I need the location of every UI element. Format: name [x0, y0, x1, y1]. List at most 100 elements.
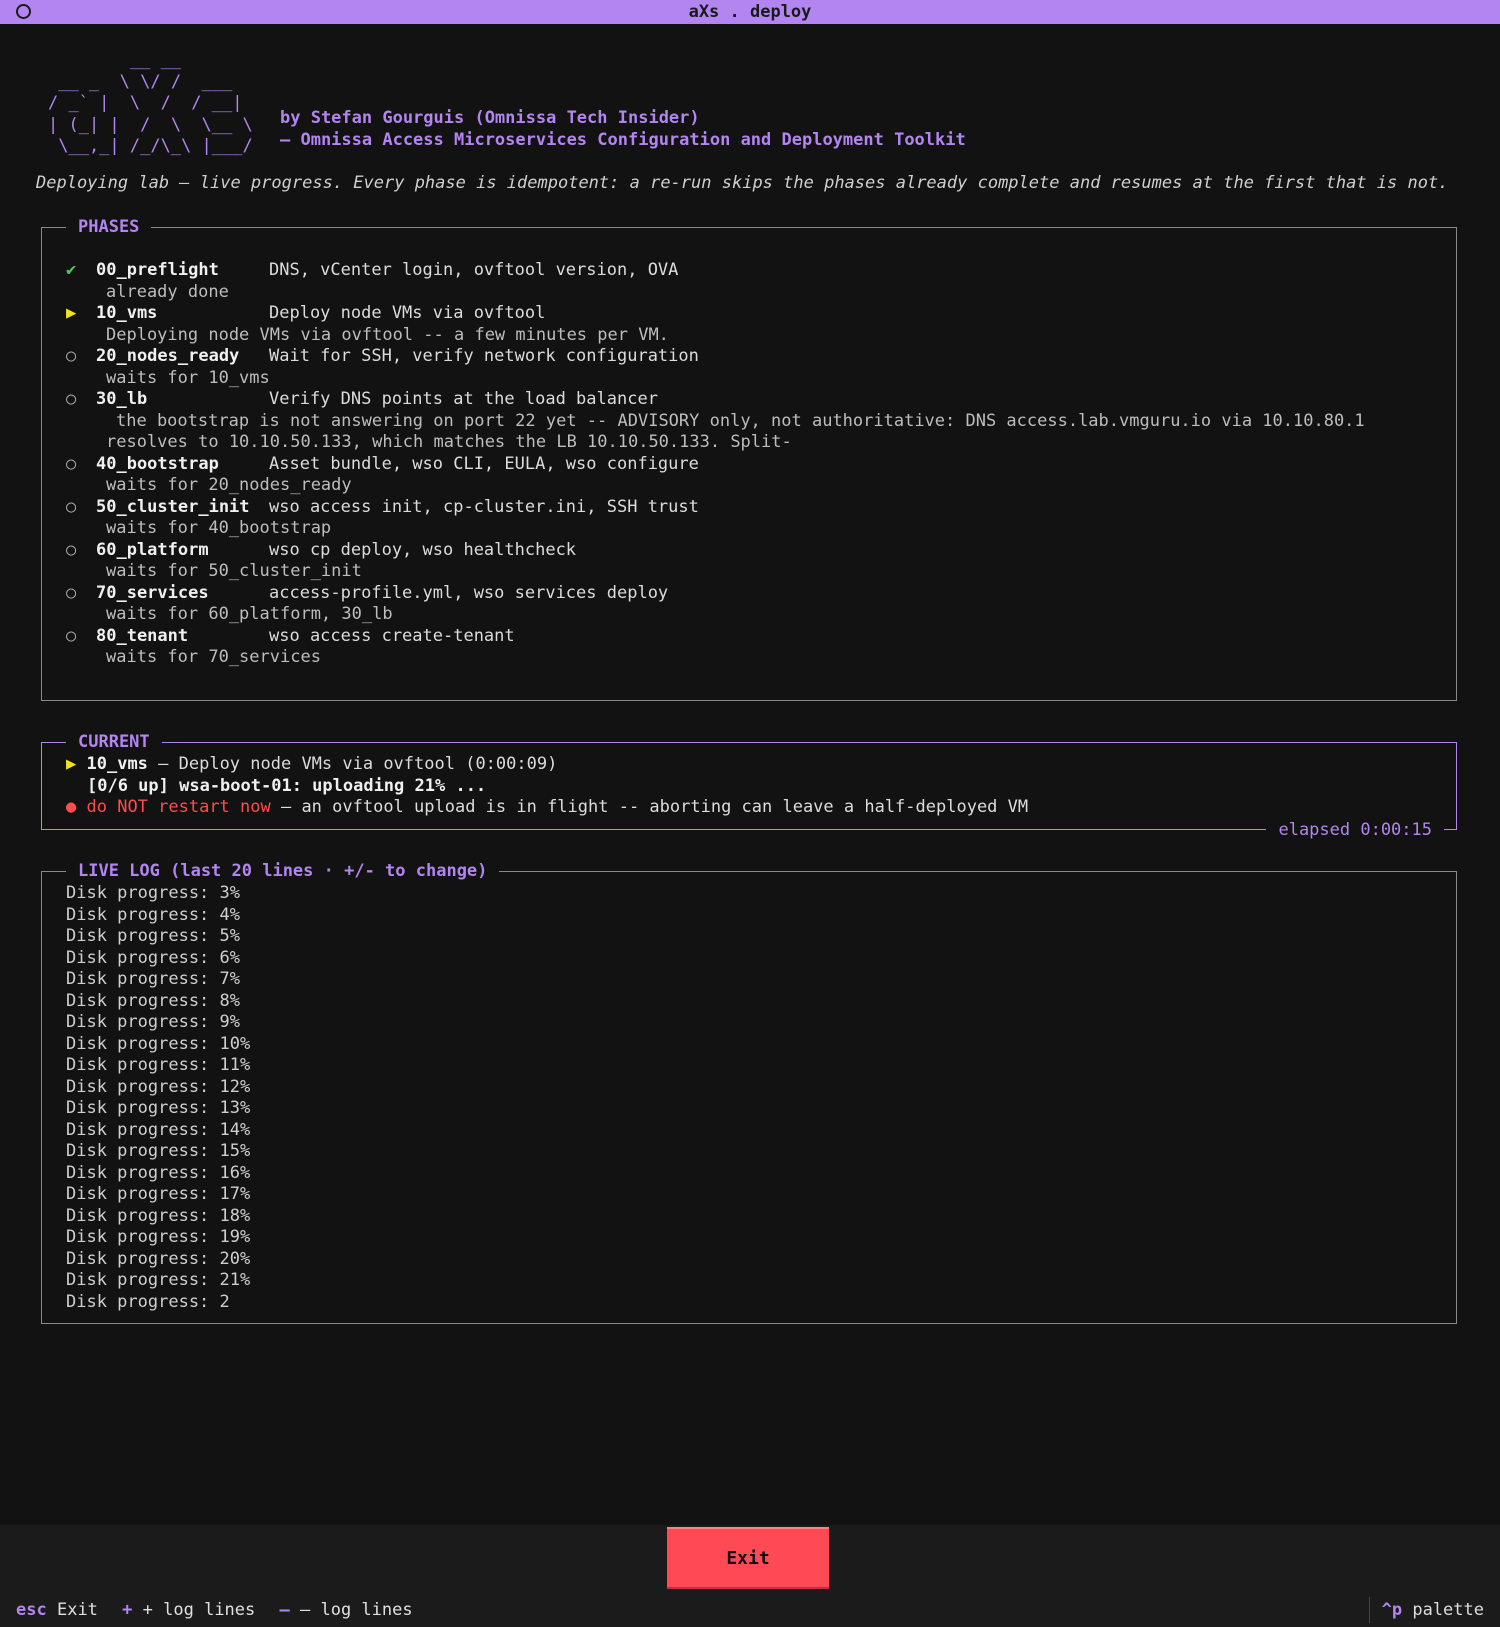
phase-desc: access-profile.yml, wso services deploy — [269, 582, 669, 603]
log-line: Disk progress: 20% — [66, 1248, 251, 1269]
byline-toolkit: – Omnissa Access Microservices Configura… — [280, 129, 966, 150]
phase-name: 40_bootstrap — [96, 453, 219, 474]
footer-bar: Exit esc Exit + + log lines – – log line… — [0, 1525, 1500, 1627]
log-line: Disk progress: 5% — [66, 926, 240, 946]
live-log-panel[interactable]: LIVE LOG (last 20 lines · +/- to change)… — [41, 860, 1457, 1324]
pending-circle-icon: ○ — [66, 539, 77, 560]
pending-circle-icon: ○ — [66, 625, 77, 646]
log-line: Disk progress: 21% — [66, 1270, 251, 1290]
warning-text: – an ovftool upload is in flight -- abor… — [270, 797, 1029, 817]
log-line: Disk progress: 4% — [66, 904, 240, 925]
phases-panel: PHASES ✔ 00_preflight DNS, vCenter login, … — [41, 216, 1457, 701]
pending-circle-icon: ○ — [66, 389, 77, 409]
pending-circle-icon: ○ — [66, 453, 77, 474]
phase-row: ✔ 00_preflight DNS, vCenter login, ovftool… — [66, 260, 1446, 282]
phases-title: PHASES — [66, 216, 152, 238]
log-line: Disk progress: 3% — [66, 883, 240, 903]
log-line: Disk progress: 10% — [66, 1033, 251, 1054]
phase-row: ○ 50_cluster_init wso access init, cp-clus… — [66, 497, 1446, 519]
palette-key: ^p — [1381, 1600, 1403, 1620]
phase-note: resolves to 10.10.50.133, which matches … — [106, 432, 792, 452]
current-phase-name: 10_vms — [86, 754, 148, 774]
phase-note: already done — [106, 281, 229, 302]
palette-label: palette — [1412, 1600, 1484, 1620]
phase-row: ○ 30_lb Verify DNS points at the load bala… — [66, 389, 1446, 411]
log-line: Disk progress: 14% — [66, 1119, 251, 1140]
check-icon: ✔ — [66, 260, 77, 280]
phase-name: 00_preflight — [96, 260, 219, 280]
key-bindings: esc Exit + + log lines – – log lines — [16, 1599, 427, 1621]
exit-button[interactable]: Exit — [667, 1527, 829, 1589]
log-line: Disk progress: 17% — [66, 1184, 251, 1204]
current-warning-line: ● do NOT restart now – an ovftool upload… — [66, 797, 1028, 819]
key-plus-log-lines[interactable]: + + log lines — [122, 1600, 255, 1620]
log-line: Disk progress: 11% — [66, 1055, 251, 1075]
current-panel: CURRENT ▶ 10_vms – Deploy node VMs via o… — [41, 731, 1457, 841]
log-lines: Disk progress: 3% Disk progress: 4% Disk p… — [66, 883, 250, 1313]
phase-note: waits for 20_nodes_ready — [106, 475, 352, 495]
log-line: Disk progress: 16% — [66, 1162, 251, 1183]
running-arrow-icon: ▶ — [66, 303, 77, 323]
current-progress: [0/6 up] wsa-boot-01: uploading 21% ... — [87, 775, 487, 796]
phase-row: ▶ 10_vms Deploy node VMs via ovftool — [66, 303, 1446, 325]
phase-row: ○ 80_tenant wso access create-tenant — [66, 626, 1446, 648]
phase-note: waits for 70_services — [106, 647, 321, 667]
phase-row: ○ 40_bootstrap Asset bundle, wso CLI, EULA… — [66, 454, 1446, 476]
phase-note: the bootstrap is not answering on port 2… — [116, 410, 1365, 431]
window-circle-icon[interactable] — [16, 4, 31, 19]
phase-row: ○ 70_services access-profile.yml, wso serv… — [66, 583, 1446, 605]
window-title: aXs . deploy — [688, 2, 812, 22]
warning-dot-icon: ● — [66, 797, 77, 817]
phase-note: waits for 60_platform, 30_lb — [106, 604, 393, 624]
phase-name: 70_services — [96, 582, 209, 603]
pending-circle-icon: ○ — [66, 496, 77, 517]
pending-circle-icon: ○ — [66, 346, 77, 366]
phase-note: Deploying node VMs via ovftool -- a few … — [106, 324, 669, 345]
phase-name: 80_tenant — [96, 625, 189, 646]
byline-author: by Stefan Gourguis (Omnissa Tech Insider… — [280, 108, 700, 128]
phase-name: 60_platform — [96, 539, 209, 560]
phase-name: 30_lb — [96, 389, 148, 409]
phase-desc: Asset bundle, wso CLI, EULA, wso configu… — [269, 453, 699, 474]
elapsed-timer: elapsed 0:00:15 — [1266, 819, 1444, 841]
phase-desc: Wait for SSH, verify network configurati… — [269, 346, 699, 366]
title-bar: aXs . deploy — [0, 0, 1500, 24]
log-line: Disk progress: 6% — [66, 947, 240, 968]
key-minus-log-lines[interactable]: – – log lines — [280, 1600, 413, 1620]
footer-divider — [1369, 1597, 1370, 1623]
current-phase-line: ▶ 10_vms – Deploy node VMs via ovftool (… — [66, 754, 1028, 776]
phase-note: waits for 40_bootstrap — [106, 518, 332, 538]
phase-desc: DNS, vCenter login, ovftool version, OVA — [269, 260, 679, 280]
key-esc-exit[interactable]: esc Exit — [16, 1600, 98, 1620]
byline: by Stefan Gourguis (Omnissa Tech Insider… — [280, 108, 966, 151]
phase-desc: Verify DNS points at the load balancer — [269, 389, 658, 409]
intro-text: Deploying lab – live progress. Every pha… — [36, 173, 1449, 193]
live-log-title: LIVE LOG (last 20 lines · +/- to change) — [66, 860, 500, 882]
log-line: Disk progress: 12% — [66, 1076, 251, 1097]
phase-note: waits for 10_vms — [106, 367, 270, 388]
log-line: Disk progress: 8% — [66, 990, 240, 1011]
axs-logo: __ __ __ _ \ \/ / ___ / _` | \ / / __| |… — [48, 50, 253, 156]
current-title: CURRENT — [66, 731, 162, 753]
phase-row: ○ 20_nodes_ready Wait for SSH, verify netw… — [66, 346, 1446, 368]
phase-desc: Deploy node VMs via ovftool — [269, 303, 546, 323]
phase-name: 10_vms — [96, 303, 158, 323]
phases-list: ✔ 00_preflight DNS, vCenter login, ovftool… — [66, 260, 1446, 669]
phase-note: waits for 50_cluster_init — [106, 561, 362, 581]
phase-desc: wso cp deploy, wso healthcheck — [269, 539, 577, 560]
current-progress-line: [0/6 up] wsa-boot-01: uploading 21% ... — [66, 776, 1028, 798]
phase-desc: wso access create-tenant — [269, 625, 515, 646]
log-line: Disk progress: 9% — [66, 1012, 240, 1032]
log-line: Disk progress: 2 — [66, 1291, 230, 1312]
pending-circle-icon: ○ — [66, 582, 77, 603]
phase-name: 20_nodes_ready — [96, 346, 240, 366]
log-line: Disk progress: 18% — [66, 1205, 251, 1226]
log-line: Disk progress: 13% — [66, 1098, 251, 1118]
phase-name: 50_cluster_init — [96, 496, 250, 517]
palette-shortcut[interactable]: ^p palette — [1382, 1599, 1484, 1621]
log-line: Disk progress: 19% — [66, 1227, 251, 1247]
log-line: Disk progress: 15% — [66, 1141, 251, 1161]
current-phase-desc: – Deploy node VMs via ovftool (0:00:09) — [147, 754, 558, 774]
warning-emphasis: do NOT restart now — [86, 797, 271, 817]
log-line: Disk progress: 7% — [66, 969, 240, 989]
